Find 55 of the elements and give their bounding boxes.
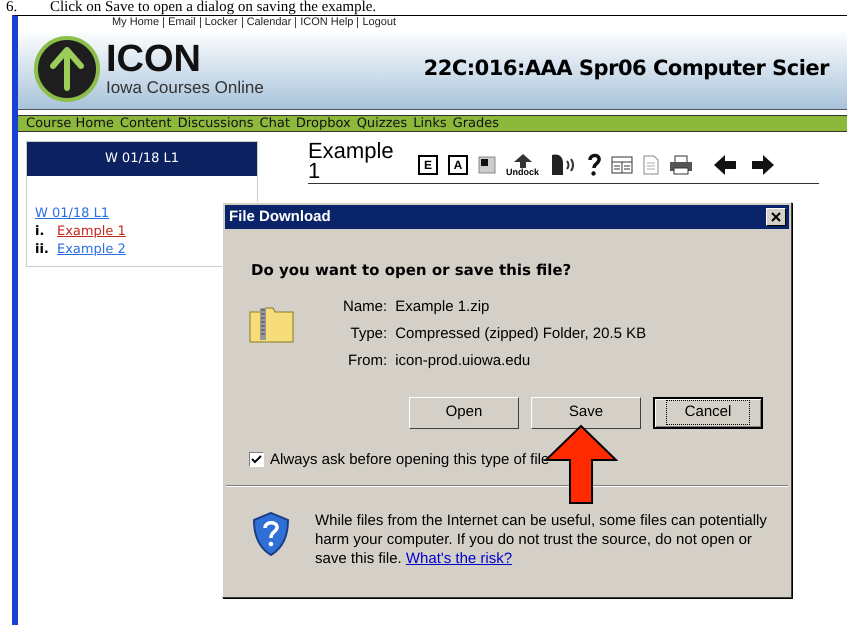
warning-text: While files from the Internet can be useful, some files can potentially harm your computer. If you do not trust the source, do not open or save this file. What's the risk?	[315, 511, 768, 568]
sidebar-heading: W 01/18 L1	[27, 142, 257, 176]
help-icon[interactable]	[587, 153, 602, 177]
field-value: Compressed (zipped) Folder, 20.5 KB	[395, 324, 646, 344]
undock-button[interactable]: Undock	[506, 154, 540, 176]
dialog-question: Do you want to open or save this file?	[251, 260, 572, 281]
top-link[interactable]: ICON Help	[295, 17, 358, 28]
top-link[interactable]: Email	[163, 17, 200, 28]
risk-link[interactable]: What's the risk?	[406, 550, 512, 567]
top-link[interactable]: My Home	[108, 17, 164, 28]
toolbar-button[interactable]: E	[418, 155, 438, 175]
nav-link[interactable]: Grades	[452, 116, 500, 131]
nav-link[interactable]: Quizzes	[356, 116, 408, 131]
document-icon[interactable]	[643, 155, 660, 175]
field-label: From:	[347, 350, 388, 370]
up-arrow-icon	[512, 154, 534, 168]
list-marker: i.	[35, 223, 46, 241]
outline-link[interactable]: Example 2	[57, 241, 126, 259]
dialog-button[interactable]: Open	[409, 396, 519, 428]
top-link[interactable]: Locker	[200, 17, 242, 28]
field-label: Type:	[350, 324, 388, 344]
back-arrow-icon[interactable]	[713, 154, 738, 176]
close-icon	[771, 212, 781, 222]
nav-link[interactable]: Chat	[260, 116, 290, 131]
printer-icon[interactable]	[669, 155, 694, 175]
nav-link[interactable]: Links	[413, 116, 447, 131]
nav-link[interactable]: Discussions	[178, 116, 254, 131]
dialog-button[interactable]: Save	[531, 396, 641, 428]
nav-link[interactable]: Course Home	[26, 116, 114, 131]
top-link[interactable]: Calendar	[242, 17, 296, 28]
outline-link[interactable]: Example 1	[57, 223, 126, 241]
logo-title: ICON	[106, 40, 202, 78]
close-button[interactable]	[766, 208, 786, 226]
zip-folder-icon	[249, 306, 295, 344]
course-title: 22C:016:AAA Spr06 Computer Scier	[424, 55, 830, 82]
field-value: icon-prod.uiowa.edu	[395, 350, 532, 370]
logo-subtitle: Iowa Courses Online	[106, 78, 264, 98]
checkbox[interactable]	[249, 452, 264, 468]
content-title: Example 1	[308, 141, 395, 181]
field-value: Example 1.zip	[395, 296, 490, 316]
outline-link[interactable]: W 01/18 L1	[35, 205, 110, 223]
dialog-title: File Download	[229, 206, 331, 227]
dialog-button[interactable]: Cancel	[653, 396, 763, 428]
toolbar-button[interactable]: A	[448, 155, 468, 175]
field-label: Name:	[343, 296, 388, 316]
instruction-text: Click on Save to open a dialog on saving the example.	[50, 0, 376, 15]
window-icon[interactable]	[478, 156, 496, 174]
list-marker: ii.	[35, 241, 50, 259]
nav-link[interactable]: Dropbox	[296, 116, 351, 131]
top-link[interactable]: Logout	[357, 17, 400, 28]
security-shield-icon	[251, 511, 291, 557]
layout-icon[interactable]	[611, 156, 634, 174]
step-number: 6.	[5, 0, 18, 15]
forward-arrow-icon[interactable]	[751, 154, 776, 176]
nav-link[interactable]: Content	[120, 116, 172, 131]
